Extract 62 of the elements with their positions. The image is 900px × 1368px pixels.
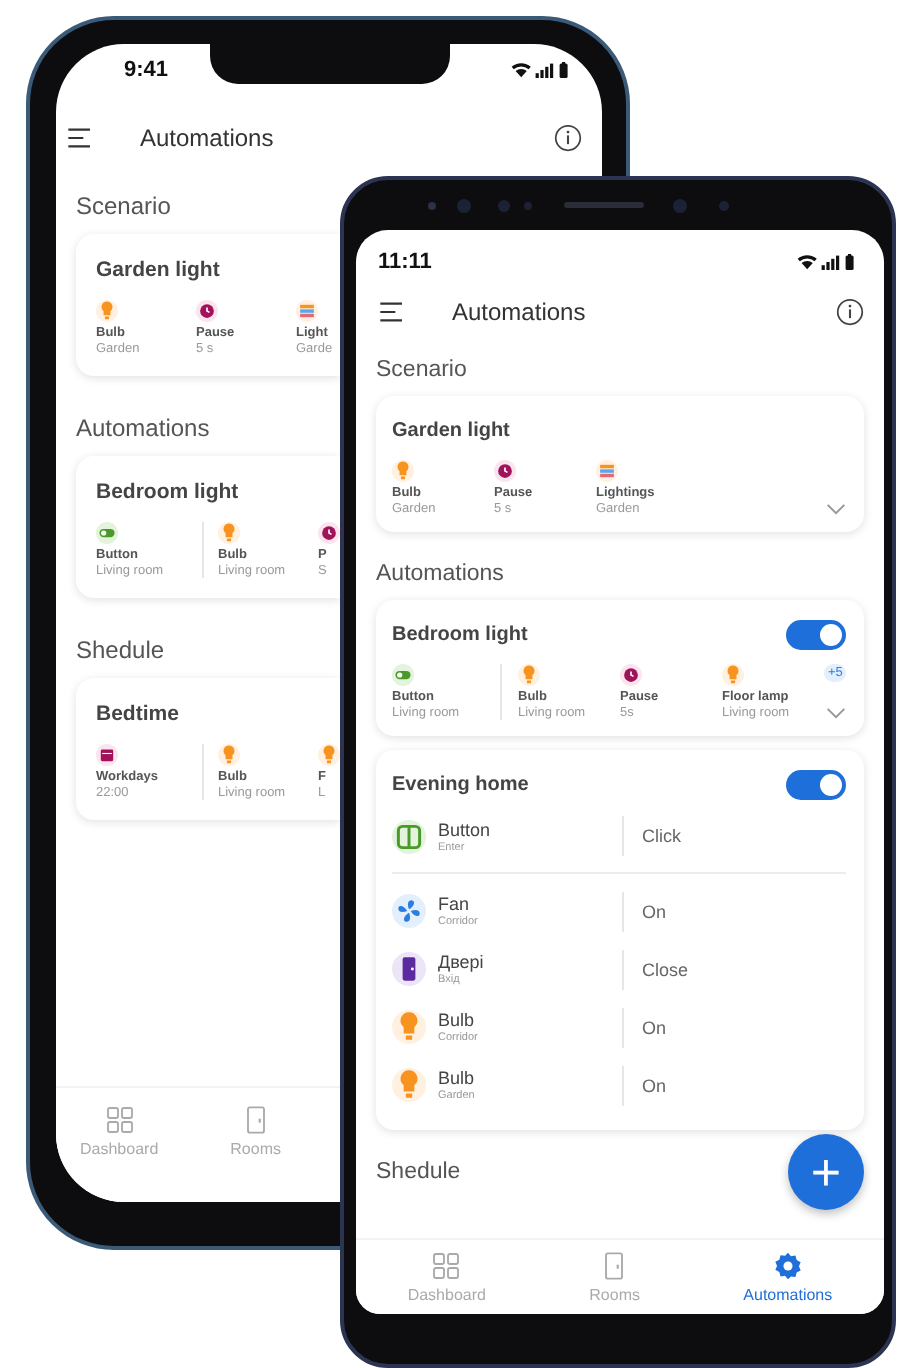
status-time: 9:41 [124,58,169,82]
bulb-icon [96,300,118,322]
clock-icon [196,300,218,322]
info-icon[interactable] [836,298,864,326]
device-name: Bulb [438,1068,477,1088]
card-title: Garden light [392,419,510,441]
fan-icon [392,894,426,928]
device-name: Fan [438,894,472,914]
device-name: Button [438,819,493,839]
info-icon[interactable] [554,124,582,152]
card-title: Bedroom light [392,623,528,645]
chevron-down-icon[interactable] [826,502,846,516]
status-icons [510,60,574,80]
status-time: 11:11 [378,250,432,274]
action-value: On [642,1075,667,1095]
screen-title: Automations [452,298,588,326]
bulb-icon [318,744,340,766]
clock-icon [494,460,516,482]
menu-icon[interactable] [380,302,404,322]
section-title: Scenario [376,358,467,382]
section-title: Automations [376,562,504,586]
card-title: Evening home [392,773,529,795]
device-name: Bulb [438,1010,477,1030]
stripes-icon [596,460,618,482]
clock-icon [620,664,642,686]
action-value: Click [642,826,681,846]
switch-panel-icon [392,819,426,853]
clock-icon [318,522,340,544]
bulb-icon [218,522,240,544]
door-icon [392,952,426,986]
action-value: On [642,901,667,921]
device-name: Двері [438,952,486,972]
bulb-icon [518,664,540,686]
action-value: On [642,1017,667,1037]
calendar-icon [96,744,118,766]
toggle-switch[interactable] [786,769,846,799]
bulb-icon [722,664,744,686]
card-title: Garden light [96,258,220,282]
section-title: Scenario [76,192,171,220]
section-title: Automations [76,414,210,442]
stripes-icon [296,300,318,322]
status-icons [796,252,860,272]
toggle-switch[interactable] [786,619,846,649]
bulb-icon [392,1068,426,1102]
menu-icon[interactable] [68,128,92,148]
grid-icon [103,1104,136,1136]
switch-icon [392,664,414,686]
nav-tab[interactable]: Automations [743,1250,833,1304]
bulb-icon [218,744,240,766]
section-title: Shedule [376,1160,461,1184]
card-title: Bedroom light [96,480,239,504]
add-button[interactable]: + [788,1134,864,1210]
action-value: Close [642,959,689,979]
switch-icon [96,522,118,544]
settings-icon [771,1250,804,1282]
chevron-down-icon[interactable] [826,706,847,720]
bulb-icon [392,1010,426,1044]
bulb-icon [392,460,414,482]
screen-title: Automations [140,124,276,152]
grid-icon [430,1250,463,1282]
card-title: Bedtime [96,702,179,726]
section-title: Shedule [76,636,165,664]
